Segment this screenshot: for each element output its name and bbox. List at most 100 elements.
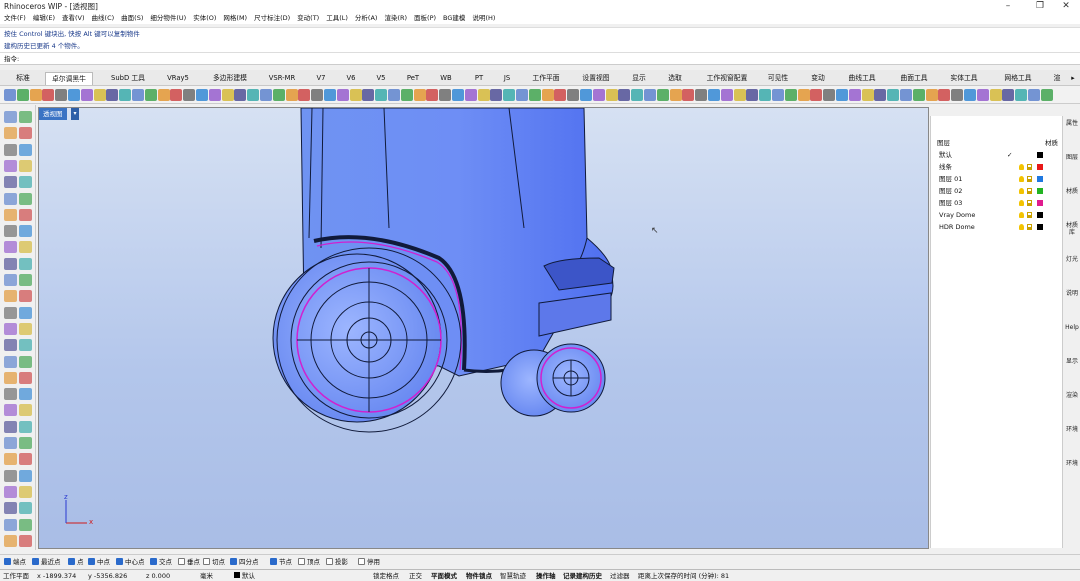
toolbar-tool-icon[interactable] [490,89,503,101]
toolbar-tool-icon[interactable] [16,89,29,101]
toolbar-tool-icon[interactable] [93,89,106,101]
tab-11[interactable]: PT [470,72,488,85]
menu-item[interactable]: 说明(H) [472,12,495,24]
toolbar-tool-icon[interactable] [298,89,311,101]
tab-14[interactable]: 设置视图 [577,72,615,85]
layer-lock-icon[interactable] [1027,164,1032,170]
left-tool-icon[interactable] [19,371,32,384]
layer-color-swatch[interactable] [1037,200,1043,206]
checkbox-icon[interactable] [32,558,39,565]
left-tool-icon[interactable] [19,143,32,156]
right-tab-8[interactable]: 渲染 [1065,392,1079,399]
left-tool-icon[interactable] [4,388,17,401]
menu-item[interactable]: 分析(A) [355,12,378,24]
left-tool-icon[interactable] [4,485,17,498]
left-tool-icon[interactable] [19,534,32,547]
left-tool-icon[interactable] [4,534,17,547]
toolbar-tool-icon[interactable] [388,89,400,101]
left-tool-icon[interactable] [4,257,17,270]
left-tool-icon[interactable] [4,322,17,335]
maximize-icon[interactable]: ❐ [1026,0,1054,12]
left-tool-icon[interactable] [19,176,32,189]
left-tool-icon[interactable] [4,502,17,515]
toolbar-tool-icon[interactable] [439,89,452,101]
toolbar-tool-icon[interactable] [400,89,413,101]
left-tool-icon[interactable] [4,192,17,205]
toolbar-tool-icon[interactable] [541,89,554,101]
left-tool-icon[interactable] [19,241,32,254]
toolbar-tool-icon[interactable] [695,89,708,101]
toolbar-tool-icon[interactable] [567,89,580,101]
layer-lock-icon[interactable] [1027,212,1032,218]
osnap-0[interactable]: 端点 [4,558,26,566]
left-tool-icon[interactable] [4,225,17,238]
osnap-8[interactable]: 四分点 [230,558,259,566]
menu-item[interactable]: 网格(M) [223,12,247,24]
left-tool-icon[interactable] [19,388,32,401]
menu-item[interactable]: 尺寸标注(D) [254,12,290,24]
osnap-6[interactable]: 垂点 [178,558,200,566]
layer-color-swatch[interactable] [1037,152,1043,158]
toolbar-tool-icon[interactable] [336,89,349,101]
toolbar-tool-icon[interactable] [324,89,336,101]
tab-20[interactable]: 曲线工具 [843,72,881,85]
layer-row[interactable]: 图层 03 [931,197,1061,209]
toolbar-tool-icon[interactable] [644,89,656,101]
tab-10[interactable]: WB [436,72,456,85]
layer-row[interactable]: 图层 02 [931,185,1061,197]
menu-item[interactable]: 曲线(C) [92,12,115,24]
osnap-7[interactable]: 切点 [203,558,225,566]
toolbar-tool-icon[interactable] [759,89,772,101]
tab-7[interactable]: V6 [342,72,360,85]
status-toggle-4[interactable]: 智慧轨迹 [500,571,526,581]
layer-visible-icon[interactable] [1019,164,1024,170]
layer-color-swatch[interactable] [1037,224,1043,230]
toolbar-tool-icon[interactable] [848,89,861,101]
left-tool-icon[interactable] [4,111,17,123]
toolbar-tool-icon[interactable] [196,89,208,101]
toolbar-tool-icon[interactable] [375,89,388,101]
left-tool-icon[interactable] [19,208,32,221]
toolbar-tool-icon[interactable] [554,89,567,101]
toolbar-tool-icon[interactable] [29,89,42,101]
toolbar-tool-icon[interactable] [362,89,375,101]
menu-item[interactable]: BG建模 [443,12,465,24]
menu-item[interactable]: 变动(T) [297,12,319,24]
checkbox-icon[interactable] [150,558,157,565]
toolbar-tool-icon[interactable] [272,89,285,101]
command-line[interactable]: 指令: [0,53,1080,65]
toolbar-tool-icon[interactable] [580,89,592,101]
toolbar-tool-icon[interactable] [1040,89,1053,101]
status-toggle-1[interactable]: 正交 [409,571,422,581]
status-toggle-8[interactable]: 距离上次保存的时间 (分钟): 81 [638,571,729,581]
toolbar-tool-icon[interactable] [234,89,247,101]
toolbar-tool-icon[interactable] [631,89,644,101]
left-tool-icon[interactable] [19,192,32,205]
current-layer-check-icon[interactable]: ✓ [1007,149,1012,161]
tab-9[interactable]: PeT [402,72,424,85]
toolbar-tool-icon[interactable] [55,89,68,101]
toolbar-tool-icon[interactable] [208,89,221,101]
right-tab-1[interactable]: 图层 [1065,154,1079,161]
checkbox-icon[interactable] [116,558,123,565]
toolbar-tool-icon[interactable] [68,89,80,101]
toolbar-tool-icon[interactable] [618,89,631,101]
toolbar-tool-icon[interactable] [951,89,964,101]
left-tool-icon[interactable] [4,127,17,140]
toolbar-tool-icon[interactable] [464,89,477,101]
toolbar-tool-icon[interactable] [247,89,260,101]
tab-17[interactable]: 工作视窗配置 [700,72,754,85]
menu-item[interactable]: 面板(P) [414,12,436,24]
menu-item[interactable]: 查看(V) [62,12,85,24]
toolbar-tool-icon[interactable] [80,89,93,101]
status-toggle-7[interactable]: 过滤器 [610,571,630,581]
layer-color-swatch[interactable] [1037,188,1043,194]
left-tool-icon[interactable] [19,225,32,238]
layer-row[interactable]: 线条 [931,161,1061,173]
toolbar-tool-icon[interactable] [682,89,695,101]
right-tab-9[interactable]: 环境 [1065,426,1079,433]
tab-18[interactable]: 可见性 [764,72,792,85]
checkbox-icon[interactable] [358,558,365,565]
osnap-3[interactable]: 中点 [88,558,110,566]
left-tool-icon[interactable] [19,404,32,417]
